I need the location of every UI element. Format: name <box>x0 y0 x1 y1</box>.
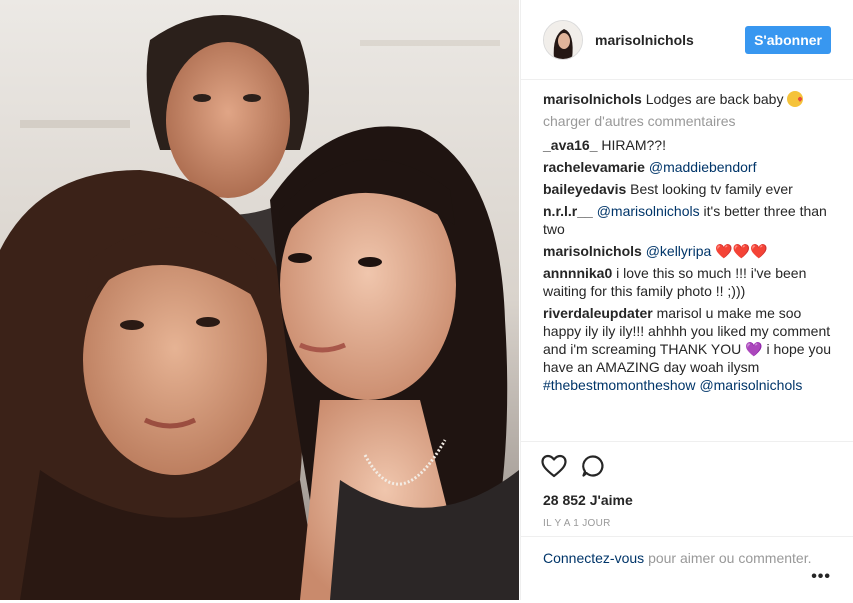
comment-author[interactable]: _ava16_ <box>543 137 598 153</box>
ellipsis-icon[interactable]: ••• <box>811 568 831 586</box>
comment-bubble-icon[interactable] <box>581 454 605 478</box>
red-hearts-emoji-icon: ❤️❤️❤️ <box>715 243 768 259</box>
comment-mention[interactable]: @maddiebendorf <box>649 159 757 175</box>
post-header: marisolnichols S'abonner <box>521 0 853 80</box>
kiss-emoji-icon <box>787 91 804 107</box>
list-item: _ava16_ HIRAM??! <box>543 136 832 154</box>
comment-author[interactable]: riverdaleupdater <box>543 305 653 321</box>
comment-mention[interactable]: @marisolnichols <box>597 203 700 219</box>
post-photo[interactable] <box>0 0 519 600</box>
list-item: marisolnichols @kellyripa ❤️❤️❤️ <box>543 242 832 260</box>
caption: marisolnichols Lodges are back baby <box>543 90 832 108</box>
header-username[interactable]: marisolnichols <box>595 32 745 48</box>
comment-text: Best looking tv family ever <box>630 181 793 197</box>
comment-author[interactable]: annnnika0 <box>543 265 612 281</box>
post-actions: 28 852 J'aime IL Y A 1 JOUR <box>521 441 853 529</box>
comment-text: HIRAM??! <box>601 137 666 153</box>
action-icons <box>541 452 834 480</box>
comment-author[interactable]: rachelevamarie <box>543 159 645 175</box>
comments-list[interactable]: marisolnichols Lodges are back baby char… <box>521 80 853 441</box>
comment-mention[interactable]: @marisolnichols <box>699 377 802 393</box>
caption-author[interactable]: marisolnichols <box>543 91 642 107</box>
list-item: baileyedavis Best looking tv family ever <box>543 180 832 198</box>
comment-hashtag[interactable]: #thebestmomontheshow <box>543 377 696 393</box>
list-item: rachelevamarie @maddiebendorf <box>543 158 832 176</box>
post-sidebar: marisolnichols S'abonner marisolnichols … <box>520 0 853 600</box>
login-prompt: Connectez-vous pour aimer ou commenter. <box>521 536 853 567</box>
post-window: marisolnichols S'abonner marisolnichols … <box>0 0 853 603</box>
heart-outline-icon[interactable] <box>541 454 567 478</box>
purple-heart-emoji-icon: 💜 <box>745 341 763 357</box>
list-item: riverdaleupdater marisol u make me soo h… <box>543 304 832 394</box>
login-text: pour aimer ou commenter. <box>648 550 812 566</box>
login-link[interactable]: Connectez-vous <box>543 550 644 566</box>
selfie-photo-image <box>0 0 519 600</box>
comment-author[interactable]: marisolnichols <box>543 243 642 259</box>
comment-author[interactable]: n.r.l.r__ <box>543 203 593 219</box>
list-item: n.r.l.r__ @marisolnichols it's better th… <box>543 202 832 238</box>
list-item: annnnika0 i love this so much !!! i've b… <box>543 264 832 300</box>
comment-author[interactable]: baileyedavis <box>543 181 626 197</box>
comment-mention[interactable]: @kellyripa <box>646 243 712 259</box>
follow-button[interactable]: S'abonner <box>745 25 831 54</box>
post-timestamp[interactable]: IL Y A 1 JOUR <box>543 518 834 529</box>
caption-text: Lodges are back baby <box>645 91 784 107</box>
like-count[interactable]: 28 852 J'aime <box>543 492 834 508</box>
avatar[interactable] <box>543 19 583 60</box>
load-more-comments-link[interactable]: charger d'autres commentaires <box>543 112 832 130</box>
avatar-image <box>544 20 582 59</box>
